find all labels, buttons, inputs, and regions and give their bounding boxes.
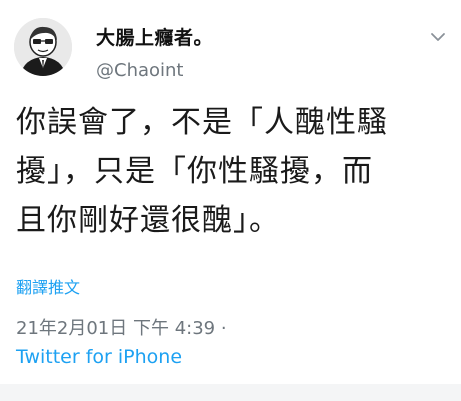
tweet-text-line: 且你剛好還很醜」。 [16, 203, 280, 238]
avatar-illustration [14, 18, 72, 76]
tweet-timestamp[interactable]: 21年2月01日 下午 4:39 · [16, 314, 227, 340]
tweet-text: 你誤會了，不是「人醜性騷 擾」，只是「你性騷擾，而 且你剛好還很醜」。 [16, 98, 452, 245]
author-handle[interactable]: @Chaoint [96, 60, 184, 81]
tweet-text-line: 擾」，只是「你性騷擾，而 [16, 154, 373, 189]
author-display-name[interactable]: 大腸上癮者。 [96, 23, 213, 50]
translate-tweet-link[interactable]: 翻譯推文 [16, 274, 80, 298]
chevron-down-icon[interactable] [429, 28, 447, 46]
avatar[interactable] [14, 18, 72, 76]
tweet-text-line: 你誤會了，不是「人醜性騷 [16, 105, 388, 140]
tweet-card: 大腸上癮者。 @Chaoint 你誤會了，不是「人醜性騷 擾」，只是「你性騷擾，… [0, 0, 461, 384]
tweet-source-link[interactable]: Twitter for iPhone [16, 346, 182, 368]
